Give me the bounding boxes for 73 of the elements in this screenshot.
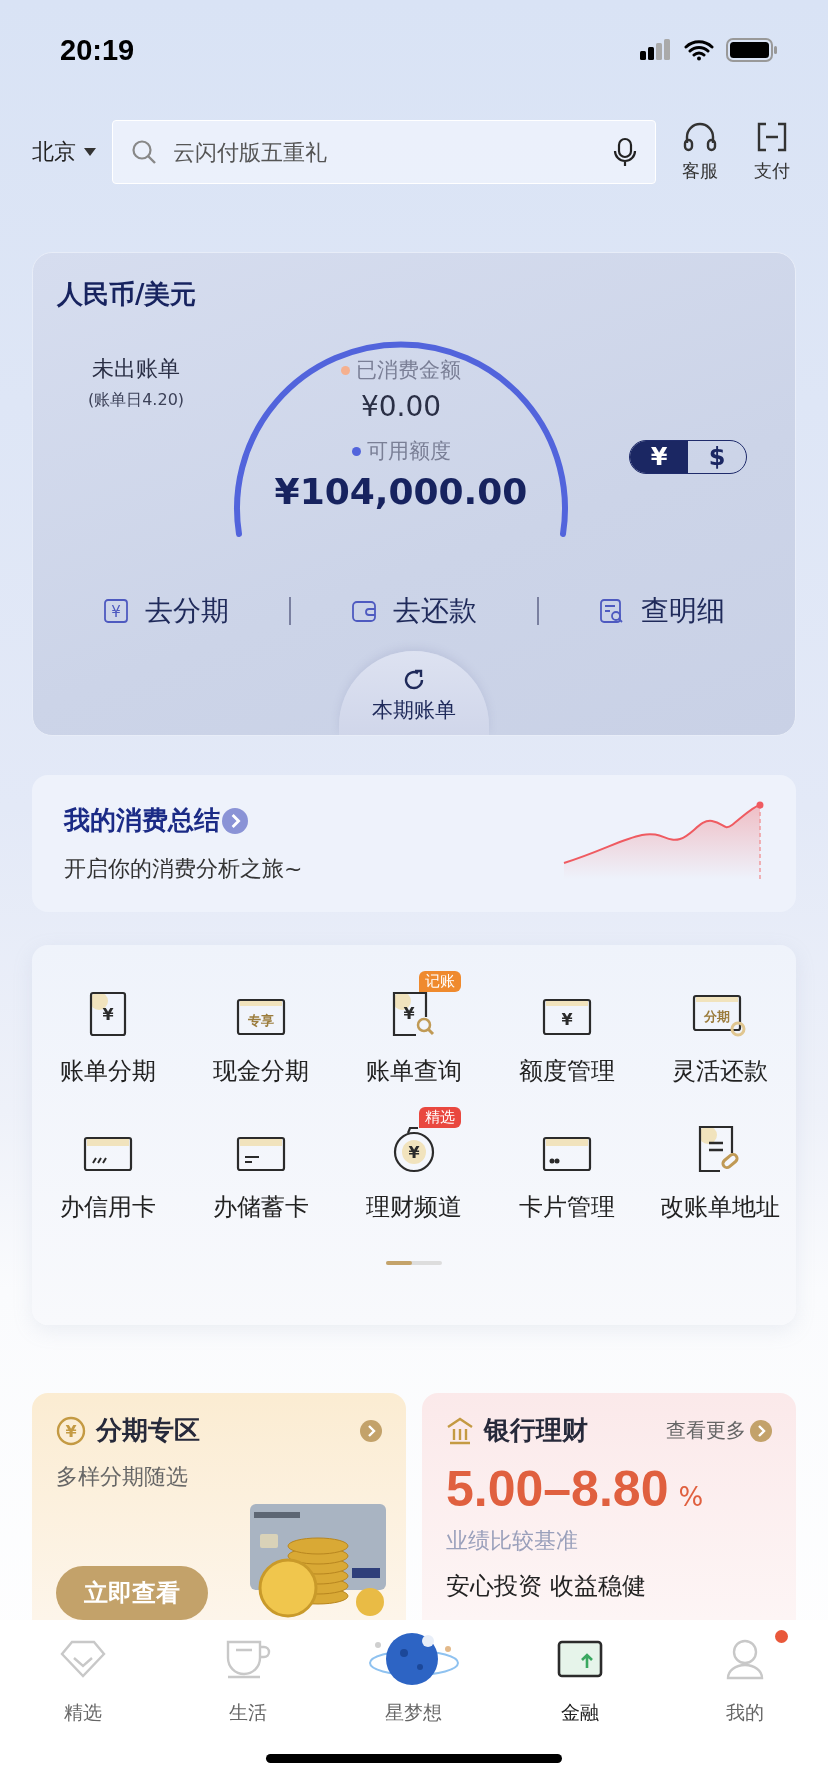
spent-label: 已消费金额 — [341, 356, 461, 384]
service-item[interactable]: 办储蓄卡 — [184, 1105, 338, 1223]
bank-icon — [446, 1416, 474, 1445]
yen-icon: ¥ — [103, 598, 129, 625]
return-rate: 5.00–8.80 — [446, 1460, 669, 1518]
caret-icon — [84, 148, 96, 156]
view-more-link[interactable]: 查看更多 — [666, 1417, 772, 1444]
chevron-right-icon — [360, 1419, 382, 1442]
wallet-icon — [351, 599, 377, 624]
microphone-icon[interactable] — [613, 137, 637, 167]
tab-item[interactable]: 我的 — [662, 1626, 828, 1740]
tab-item[interactable]: 生活 — [165, 1626, 332, 1740]
tab-item[interactable]: 金融 — [496, 1626, 663, 1740]
service-item[interactable]: ¥ 账单分期 — [32, 969, 185, 1087]
promo-slogan: 安心投资 收益稳健 — [446, 1571, 647, 1602]
promo-subtitle: 多样分期随选 — [56, 1463, 189, 1491]
headset-icon — [682, 121, 718, 153]
service-item[interactable]: ¥ 记账 账单查询 — [337, 969, 491, 1087]
service-item[interactable]: 卡片管理 — [490, 1105, 644, 1223]
service-item[interactable]: ¥ 额度管理 — [490, 969, 644, 1087]
refresh-icon — [402, 668, 426, 692]
chevron-right-icon — [750, 1419, 772, 1442]
cup-icon — [224, 1639, 273, 1679]
available-amount: ¥104,000.00 — [274, 471, 528, 512]
card-title: 人民币/美元 — [56, 278, 198, 311]
bill-action-button[interactable]: ¥ 去分期 — [103, 592, 229, 631]
service-item[interactable]: ¥ 精选 理财频道 — [337, 1105, 491, 1223]
document-icon: ¥ — [89, 991, 128, 1037]
bill-date: (账单日4.20) — [87, 390, 185, 411]
rate-unit: % — [678, 1482, 704, 1512]
page-indicator — [386, 1261, 442, 1265]
rate-label: 业绩比较基准 — [446, 1527, 579, 1555]
spent-amount: ¥0.00 — [360, 390, 442, 423]
diamond-icon — [59, 1639, 106, 1679]
summary-title-link[interactable]: 我的消费总结 — [64, 803, 562, 838]
service-item[interactable]: 改账单地址 — [643, 1105, 796, 1223]
search-field[interactable]: 云闪付版五重礼 — [171, 138, 599, 166]
tag-badge: 精选 — [419, 1107, 461, 1128]
card-icon: 专享 — [236, 997, 287, 1037]
promo-title: 银行理财 — [484, 1414, 589, 1447]
promo-title: 分期专区 — [96, 1414, 201, 1447]
search-icon — [131, 139, 157, 165]
document-search-icon — [599, 598, 625, 625]
city-selector[interactable]: 北京 — [32, 137, 96, 167]
service-item[interactable]: 专享 现金分期 — [184, 969, 338, 1087]
available-label: 可用额度 — [351, 437, 451, 465]
screen-upload-icon — [556, 1640, 603, 1678]
header-action-button[interactable]: 支付 — [744, 121, 800, 183]
signal-icon — [640, 39, 672, 61]
card-icon: ¥ — [541, 997, 592, 1037]
card-icon — [236, 1135, 287, 1173]
yen-coin-icon: ¥ — [56, 1415, 86, 1446]
bill-action-button[interactable]: 去还款 — [351, 592, 477, 631]
person-icon — [725, 1638, 766, 1680]
search-bar[interactable]: 云闪付版五重礼 — [112, 120, 656, 184]
currency-option[interactable]: ¥ — [630, 441, 688, 473]
status-time: 20:19 — [60, 33, 135, 67]
service-item[interactable]: 办信用卡 — [32, 1105, 185, 1223]
header-action-button[interactable]: 客服 — [672, 121, 728, 183]
scan-icon — [756, 121, 788, 153]
card-icon — [83, 1135, 134, 1173]
current-bill-tab[interactable]: 本期账单 — [339, 651, 489, 735]
tab-item[interactable]: 星梦想 — [331, 1626, 497, 1740]
tag-badge: 记账 — [419, 971, 461, 992]
tab-item[interactable]: 精选 — [0, 1626, 166, 1740]
currency-option[interactable]: $ — [688, 441, 746, 473]
summary-subtitle: 开启你的消费分析之旅~ — [64, 855, 304, 883]
battery-icon — [726, 38, 778, 62]
bill-action-button[interactable]: 查明细 — [599, 592, 725, 631]
chevron-right-icon — [222, 807, 248, 834]
bill-status: 未出账单 — [92, 355, 180, 383]
wifi-icon — [684, 39, 714, 61]
service-item[interactable]: 分期 灵活还款 — [643, 969, 796, 1087]
